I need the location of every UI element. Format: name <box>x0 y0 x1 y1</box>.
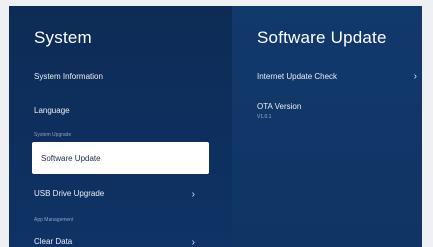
chevron-right-icon: › <box>413 71 417 82</box>
menu-item-label: System Information <box>34 72 103 81</box>
menu-item-software-update[interactable]: Software Update <box>32 142 209 174</box>
system-title: System <box>34 28 92 47</box>
ota-version-item: OTA Version <box>257 102 417 111</box>
software-update-title: Software Update <box>257 28 387 47</box>
menu-item-label: Language <box>34 106 70 115</box>
ota-version-value: V1.0.1 <box>257 114 272 120</box>
system-menu-panel: System System Information Language Syste… <box>9 6 232 247</box>
internet-update-check-label: Internet Update Check <box>257 72 338 81</box>
tv-settings-screen: System System Information Language Syste… <box>9 6 422 247</box>
menu-item-usb-drive-upgrade[interactable]: USB Drive Upgrade › <box>34 189 207 200</box>
software-update-panel: Software Update Internet Update Check › … <box>232 6 422 247</box>
menu-item-label: USB Drive Upgrade <box>34 189 105 198</box>
chevron-right-icon: › <box>191 189 195 200</box>
menu-item-label: Clear Data <box>34 237 73 246</box>
chevron-right-icon: › <box>191 237 195 247</box>
menu-item-language[interactable]: Language <box>34 106 207 115</box>
internet-update-check-item[interactable]: Internet Update Check › <box>257 71 417 82</box>
menu-item-label: Software Update <box>41 154 101 163</box>
menu-item-system-information[interactable]: System Information <box>34 72 207 81</box>
menu-item-clear-data[interactable]: Clear Data › <box>34 237 207 247</box>
section-header-system-upgrade: System Upgrade <box>34 132 72 138</box>
ota-version-label: OTA Version <box>257 102 302 111</box>
section-header-app-management: App Management <box>34 217 74 223</box>
